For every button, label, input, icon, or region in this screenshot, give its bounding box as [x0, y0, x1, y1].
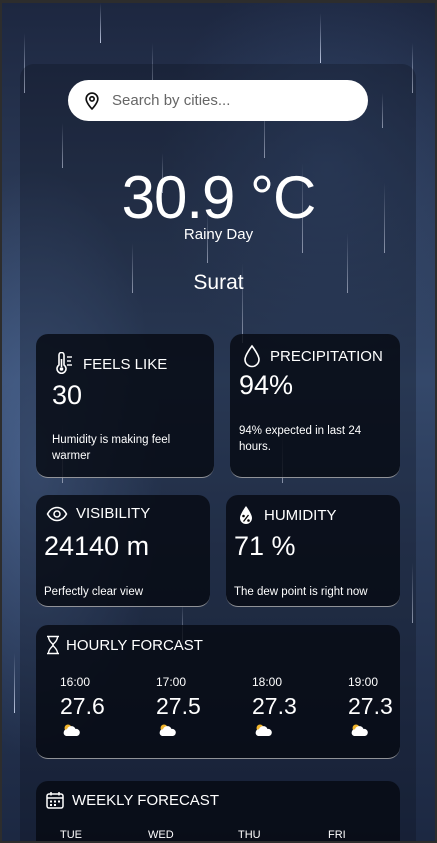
hourly-temp: 27.3 — [348, 693, 393, 719]
weekly-day: THU — [238, 829, 261, 841]
weekly-forecast-title: WEEKLY FORECAST — [72, 791, 219, 809]
humidity-header: HUMIDITY — [236, 505, 337, 525]
partly-cloudy-icon — [348, 723, 408, 742]
feels-like-header: FEELS LIKE — [53, 352, 167, 376]
weekly-forecast-header: WEEKLY FORECAST — [46, 791, 219, 809]
hourly-item: 16:00 27.6 — [60, 675, 120, 742]
partly-cloudy-icon — [252, 723, 312, 742]
hourglass-icon — [47, 635, 59, 655]
hourly-forecast-header: HOURLY FORCAST — [46, 635, 203, 655]
partly-cloudy-icon — [60, 723, 120, 742]
weekly-forecast-card: WEEKLY FORECAST TUE WED THU FRI — [36, 781, 400, 841]
rain-streak — [14, 653, 15, 713]
location-pin-icon — [85, 91, 99, 110]
hourly-item: 17:00 27.5 — [156, 675, 216, 742]
hourly-time: 17:00 — [156, 675, 187, 689]
eye-icon — [46, 506, 68, 521]
hourly-temp: 27.5 — [156, 693, 201, 719]
precipitation-header: PRECIPITATION — [242, 344, 383, 368]
hourly-forecast-card: HOURLY FORCAST 16:00 27.6 17:00 27.5 18:… — [36, 625, 400, 759]
hourly-time: 19:00 — [348, 675, 379, 689]
hourly-time: 16:00 — [60, 675, 91, 689]
hourly-temp: 27.6 — [60, 693, 105, 719]
feels-like-card: FEELS LIKE 30 Humidity is making feel wa… — [36, 334, 214, 478]
humidity-description: The dew point is right now — [234, 586, 368, 598]
rain-streak — [100, 3, 101, 43]
visibility-header: VISIBILITY — [46, 505, 150, 522]
hourly-forecast-title: HOURLY FORCAST — [66, 636, 203, 654]
humidity-card: HUMIDITY 71 % The dew point is right now — [226, 495, 400, 607]
thermometer-icon — [56, 352, 72, 374]
droplet-icon — [244, 344, 260, 368]
visibility-description: Perfectly clear view — [44, 586, 144, 598]
visibility-card: VISIBILITY 24140 m Perfectly clear view — [36, 495, 210, 607]
weekly-day: WED — [148, 829, 174, 841]
precipitation-title: PRECIPITATION — [270, 347, 383, 365]
weekly-day: TUE — [60, 829, 82, 841]
precipitation-value: 94% — [239, 370, 294, 400]
app-window: 30.9 °C Rainy Day Surat FEELS LIKE 30 Hu… — [0, 0, 437, 843]
feels-like-value: 30 — [52, 380, 83, 410]
weather-condition: Rainy Day — [183, 226, 254, 243]
feels-like-title: FEELS LIKE — [83, 355, 168, 373]
visibility-title: VISIBILITY — [76, 505, 151, 522]
current-temperature: 30.9 °C — [121, 164, 317, 231]
partly-cloudy-icon — [156, 723, 216, 742]
hourly-time: 18:00 — [252, 675, 283, 689]
humidity-icon — [240, 506, 252, 524]
calendar-icon — [46, 792, 64, 809]
hourly-item: 18:00 27.3 — [252, 675, 312, 742]
precipitation-description: 94% expected in last 24 hours. — [239, 425, 362, 453]
search-bar[interactable] — [68, 80, 368, 121]
precipitation-card: PRECIPITATION 94% 94% expected in last 2… — [230, 334, 400, 478]
humidity-title: HUMIDITY — [264, 506, 337, 524]
humidity-value: 71 % — [234, 531, 296, 561]
visibility-value: 24140 m — [44, 531, 150, 561]
hourly-item: 19:00 27.3 — [348, 675, 408, 742]
feels-like-description: Humidity is making feel warmer — [52, 434, 171, 462]
city-name: Surat — [193, 271, 244, 294]
hourly-temp: 27.3 — [252, 693, 297, 719]
search-input[interactable] — [110, 91, 354, 110]
rain-streak — [320, 13, 321, 63]
weekly-day: FRI — [328, 829, 346, 841]
